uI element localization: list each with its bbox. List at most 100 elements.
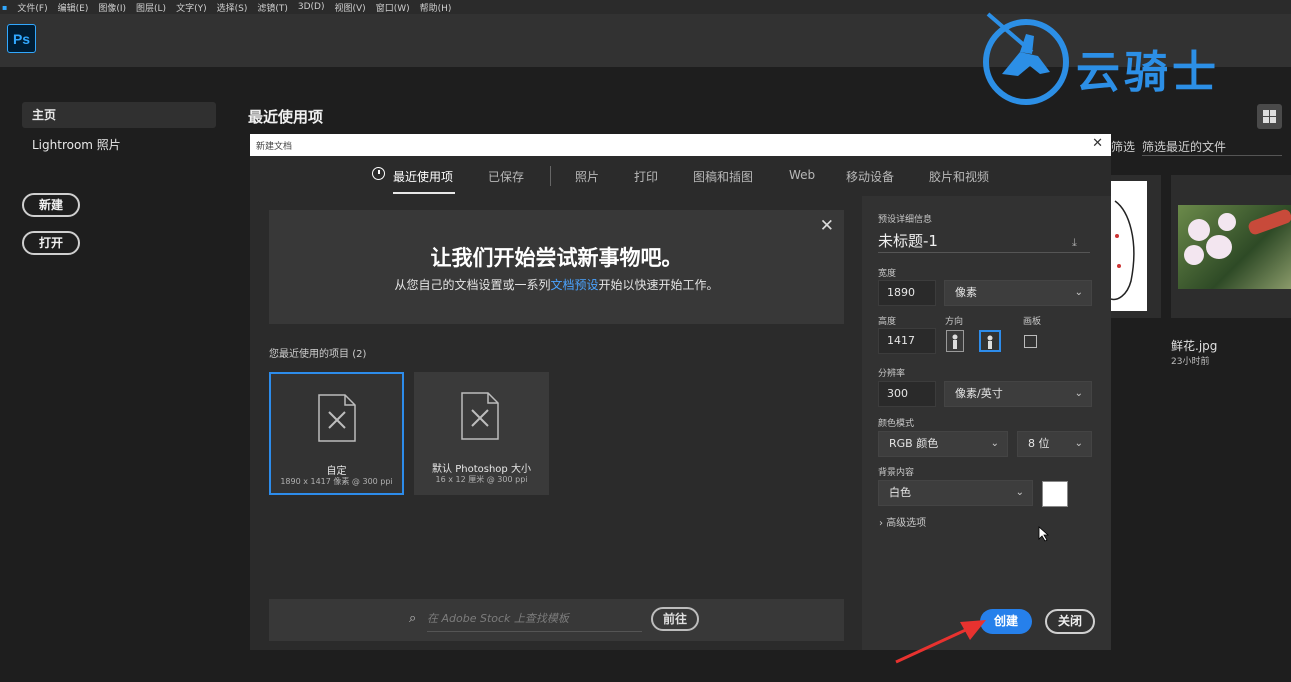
width-field[interactable]: 1890 [878, 280, 936, 306]
filter-input[interactable]: 筛选最近的文件 [1142, 138, 1282, 156]
recent-file-thumbnail-flower[interactable] [1171, 175, 1291, 318]
resolution-field[interactable]: 300 [878, 381, 936, 407]
menu-3d[interactable]: 3D(D) [298, 2, 325, 12]
resolution-unit-value: 像素/英寸 [955, 387, 1003, 400]
active-tab-indicator [393, 192, 455, 194]
recent-items-label: 您最近使用的项目 (2) [269, 345, 366, 360]
preset-tabs: 最近使用项 已保存 照片 打印 图稿和插图 Web 移动设备 胶片和视频 [250, 156, 1111, 196]
flower-image [1178, 205, 1291, 289]
dialog-title: 新建文档 [256, 142, 293, 152]
welcome-heading: 让我们开始尝试新事物吧。 [430, 246, 683, 270]
sidebar-item-home[interactable]: 主页 [22, 102, 216, 128]
new-document-dialog: 新建文档 ✕ 最近使用项 已保存 照片 打印 图稿和插图 Web 移动设备 胶片… [250, 134, 1111, 650]
chevron-down-icon: ⌄ [1074, 287, 1083, 298]
person-icon [987, 335, 993, 349]
adobe-stock-search: ⌕ 在 Adobe Stock 上查找模板 前往 [269, 599, 844, 641]
color-mode-select[interactable]: RGB 颜色 ⌄ [878, 431, 1008, 457]
menu-select[interactable]: 选择(S) [217, 1, 248, 14]
chevron-right-icon: › [879, 518, 883, 529]
background-label: 背景内容 [878, 468, 915, 478]
watermark-text: 云骑士 [1076, 47, 1220, 98]
photoshop-logo[interactable]: Ps [7, 24, 36, 53]
sketch-preview [1109, 181, 1147, 311]
filter-label: 筛选 [1111, 140, 1136, 154]
presets-pane: ✕ 让我们开始尝试新事物吧。 从您自己的文档设置或一系列文档预设开始以快速开始工… [250, 196, 862, 650]
close-button[interactable]: 关闭 [1045, 609, 1095, 634]
width-unit-value: 像素 [955, 286, 977, 299]
welcome-subtext-pre: 从您自己的文档设置或一系列 [394, 278, 551, 292]
search-icon: ⌕ [409, 611, 417, 626]
artboard-label: 画板 [1023, 317, 1042, 327]
document-presets-link[interactable]: 文档预设 [550, 278, 598, 292]
menu-file[interactable]: 文件(F) [17, 1, 47, 14]
color-mode-label: 颜色模式 [878, 419, 915, 429]
width-label: 宽度 [878, 269, 897, 279]
menu-type[interactable]: 文字(Y) [176, 1, 207, 14]
sketch-drawing [1110, 200, 1135, 301]
preset-card-custom[interactable]: 自定 1890 x 1417 像素 @ 300 ppi [269, 372, 404, 495]
height-field[interactable]: 1417 [878, 328, 936, 354]
advanced-options-toggle[interactable]: › 高级选项 [879, 514, 926, 529]
banner-close-icon[interactable]: ✕ [820, 216, 834, 236]
advanced-options-label: 高级选项 [886, 518, 927, 529]
document-name-field[interactable]: 未标题-1 [878, 230, 1090, 253]
tab-film-video[interactable]: 胶片和视频 [929, 168, 989, 185]
preset-card-default[interactable]: 默认 Photoshop 大小 16 x 12 厘米 @ 300 ppi [414, 372, 549, 495]
recent-items-text: 您最近使用的项目 [269, 349, 349, 360]
menu-help[interactable]: 帮助(H) [420, 1, 452, 14]
annotation-arrow-icon [895, 620, 986, 664]
tab-print[interactable]: 打印 [634, 168, 658, 185]
artboard-checkbox[interactable] [1024, 335, 1037, 348]
document-icon [318, 394, 356, 442]
orientation-label: 方向 [945, 317, 964, 327]
chevron-down-icon: ⌄ [1074, 388, 1083, 399]
background-select[interactable]: 白色 ⌄ [878, 480, 1033, 506]
watermark: 云骑士 [980, 12, 1290, 112]
welcome-subtext-post: 开始以快速开始工作。 [598, 278, 719, 292]
clock-icon [372, 167, 385, 180]
stock-go-button[interactable]: 前往 [651, 607, 699, 631]
color-mode-value: RGB 颜色 [889, 437, 939, 450]
knight-logo-icon [983, 12, 1069, 105]
welcome-subtext: 从您自己的文档设置或一系列文档预设开始以快速开始工作。 [269, 276, 844, 293]
width-unit-select[interactable]: 像素 ⌄ [944, 280, 1092, 306]
tab-art-illustration[interactable]: 图稿和插图 [693, 168, 753, 185]
preset-name: 自定 [326, 466, 347, 477]
preset-detail: 1890 x 1417 像素 @ 300 ppi [280, 477, 393, 486]
recent-file-thumbnail[interactable] [1109, 175, 1161, 318]
menu-edit[interactable]: 编辑(E) [58, 1, 89, 14]
stock-search-input[interactable]: 在 Adobe Stock 上查找模板 [427, 607, 642, 632]
preset-name: 默认 Photoshop 大小 [432, 464, 531, 475]
tab-mobile[interactable]: 移动设备 [846, 168, 894, 185]
recent-title: 最近使用项 [248, 108, 324, 126]
bit-depth-select[interactable]: 8 位 ⌄ [1017, 431, 1092, 457]
home-sidebar: 主页 Lightroom 照片 新建 打开 [0, 67, 232, 682]
menu-filter[interactable]: 滤镜(T) [257, 1, 288, 14]
open-button[interactable]: 打开 [22, 231, 80, 255]
sidebar-item-lightroom[interactable]: Lightroom 照片 [22, 132, 216, 158]
resolution-label: 分辨率 [878, 369, 906, 379]
recent-file-time: 23小时前 [1171, 357, 1210, 367]
background-value: 白色 [889, 486, 911, 499]
chevron-down-icon: ⌄ [1074, 438, 1083, 449]
background-color-swatch[interactable] [1042, 481, 1068, 507]
landscape-orientation-icon[interactable] [979, 330, 1001, 352]
recent-file-name[interactable]: 鲜花.jpg [1171, 337, 1217, 354]
mouse-cursor-icon [1038, 526, 1050, 542]
menu-view[interactable]: 视图(V) [335, 1, 366, 14]
menu-image[interactable]: 图像(I) [98, 1, 126, 14]
recent-items-count: (2) [352, 349, 367, 360]
menu-layer[interactable]: 图层(L) [136, 1, 166, 14]
preset-details-pane: 预设详细信息 未标题-1 ⤓ 宽度 1890 像素 ⌄ 高度 1417 方向 画板… [862, 196, 1111, 650]
chevron-down-icon: ⌄ [990, 438, 999, 449]
tab-recent[interactable]: 最近使用项 [393, 168, 453, 185]
dialog-close-icon[interactable]: ✕ [1092, 136, 1103, 151]
new-button[interactable]: 新建 [22, 193, 80, 217]
portrait-orientation-icon[interactable] [946, 330, 964, 352]
menu-window[interactable]: 窗口(W) [376, 1, 410, 14]
save-preset-icon[interactable]: ⤓ [1072, 236, 1077, 250]
tab-photo[interactable]: 照片 [575, 168, 599, 185]
tab-web[interactable]: Web [789, 168, 815, 182]
tab-saved[interactable]: 已保存 [488, 168, 524, 185]
resolution-unit-select[interactable]: 像素/英寸 ⌄ [944, 381, 1092, 407]
